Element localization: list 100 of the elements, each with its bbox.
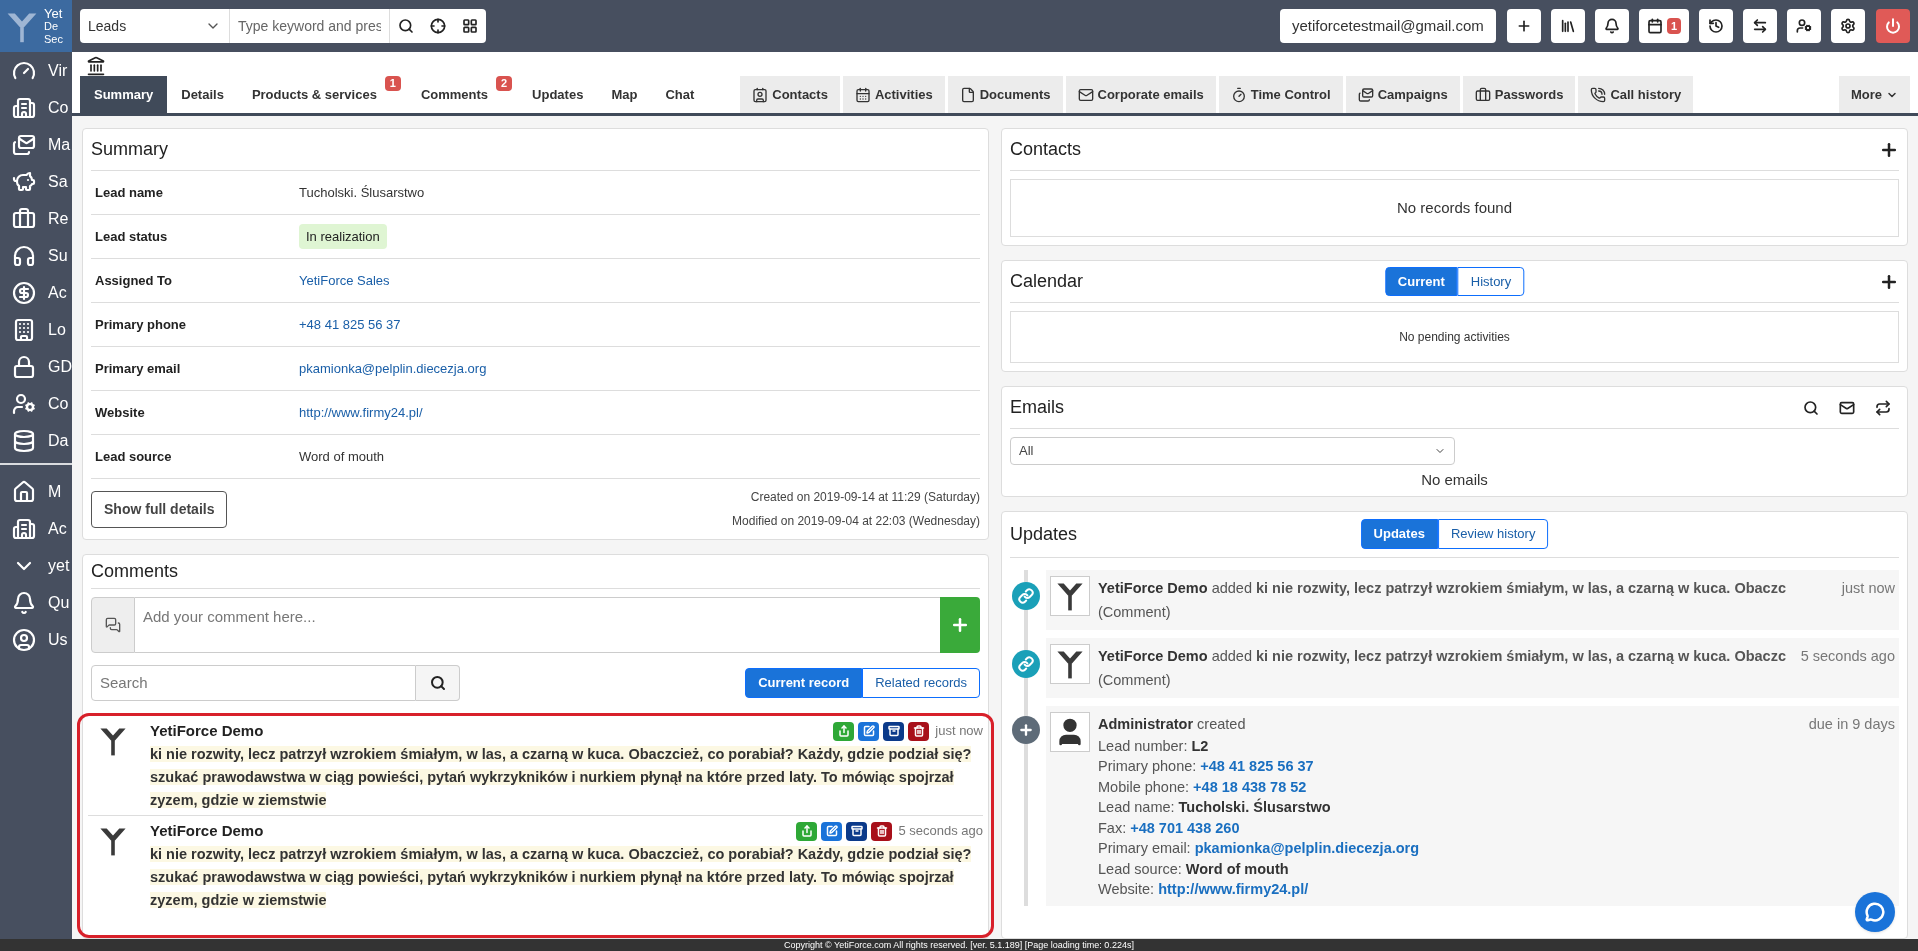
sidebar-item[interactable]: Us	[0, 621, 72, 658]
record-tab[interactable]: Summary	[80, 76, 168, 113]
filter-toggle[interactable]: Current	[1384, 266, 1458, 297]
field-link[interactable]: +48 41 825 56 37	[299, 314, 401, 335]
sidebar-item[interactable]: Re	[0, 200, 72, 237]
field-link[interactable]: pkamionka@pelplin.diecezja.org	[299, 358, 487, 379]
share-icon	[800, 825, 813, 837]
sidebar-item[interactable]: Vir	[0, 52, 72, 89]
reply-button[interactable]	[796, 821, 818, 841]
filter-toggle[interactable]: Review history	[1437, 519, 1549, 549]
show-details-button[interactable]: Show full details	[91, 490, 228, 528]
search-icon	[398, 18, 414, 34]
sidebar-item[interactable]: Ac	[0, 274, 72, 311]
comment-author: YetiForce Demo	[150, 820, 264, 841]
panel-title: Comments	[91, 560, 179, 583]
record-tab[interactable]: Chat	[651, 76, 709, 113]
comment-time: 5 seconds ago	[898, 822, 983, 841]
module-select[interactable]: Leads	[80, 9, 230, 43]
archive-button[interactable]	[883, 721, 905, 741]
link-badge-icon	[1012, 649, 1040, 678]
user-circle-icon	[12, 627, 36, 652]
record-tab[interactable]: Details	[167, 76, 238, 113]
field-link[interactable]: http://www.firmy24.pl/	[299, 402, 423, 423]
update-field-link[interactable]: +48 701 438 260	[1130, 817, 1240, 838]
delete-button[interactable]	[871, 821, 893, 841]
sidebar-item[interactable]: yet	[0, 547, 72, 584]
envelope-icon	[1077, 86, 1094, 103]
toolbar-button[interactable]	[1594, 9, 1629, 43]
toolbar-button[interactable]	[1699, 9, 1733, 43]
update-field-link[interactable]: +48 41 825 56 37	[1200, 756, 1314, 777]
related-tab[interactable]: Contacts	[740, 76, 840, 113]
toolbar-button[interactable]	[1831, 9, 1865, 43]
add-comment-button[interactable]	[940, 597, 980, 653]
record-tab[interactable]: Comments 2	[406, 76, 515, 113]
filter-toggle[interactable]: Current record	[745, 668, 863, 698]
comment-field[interactable]: Add your comment here...	[135, 597, 940, 653]
logo-text: De	[44, 19, 60, 33]
empty-message: No emails	[1421, 470, 1488, 490]
sidebar-item[interactable]: Ac	[0, 510, 72, 547]
toolbar-button[interactable]	[1787, 9, 1821, 43]
dollar-icon	[12, 280, 36, 305]
user-email-button[interactable]: yetiforcetestmail@gmail.com	[1279, 9, 1496, 43]
update-field-label: Primary phone:	[1098, 757, 1197, 776]
bell-icon	[12, 590, 36, 615]
sidebar-item[interactable]: M	[0, 473, 72, 510]
related-tab[interactable]: Activities	[842, 76, 945, 113]
filter-toggle[interactable]: History	[1457, 266, 1525, 297]
related-tab[interactable]: Documents	[947, 76, 1063, 113]
related-tab[interactable]: Campaigns	[1345, 76, 1460, 113]
logout-button[interactable]	[1876, 9, 1910, 43]
field-label: Primary phone	[94, 315, 188, 334]
record-tab[interactable]: Map	[597, 76, 652, 113]
record-tab[interactable]: Products & services 1	[237, 76, 403, 113]
update-field-link[interactable]: http://www.firmy24.pl/	[1158, 879, 1309, 900]
update-field-link[interactable]: +48 18 438 78 52	[1193, 776, 1307, 797]
related-tab[interactable]: Time Control	[1218, 76, 1343, 113]
field-label: Lead source	[94, 447, 173, 466]
toolbar-button[interactable]: 1	[1638, 9, 1689, 43]
field-label: Lead name	[94, 183, 164, 202]
sidebar-item[interactable]: Su	[0, 237, 72, 274]
search-field[interactable]: Search	[91, 665, 416, 701]
email-filter-select[interactable]: All	[1010, 437, 1455, 465]
trash-icon	[912, 725, 925, 737]
toolbar-button[interactable]	[1550, 9, 1585, 43]
sidebar-item[interactable]: GD	[0, 348, 72, 385]
record-tab[interactable]: Updates	[518, 76, 598, 113]
archive-icon	[887, 725, 900, 737]
reply-button[interactable]	[833, 721, 855, 741]
delete-button[interactable]	[908, 721, 930, 741]
sidebar-item[interactable]: Ma	[0, 126, 72, 163]
more-tab[interactable]: More	[1838, 76, 1910, 113]
headset-icon	[12, 243, 36, 268]
sidebar-item[interactable]: Sa	[0, 163, 72, 200]
related-tab[interactable]: Call history	[1578, 76, 1694, 113]
sidebar-item[interactable]: Lo	[0, 311, 72, 348]
edit-button[interactable]	[821, 821, 843, 841]
update-field-value: Tucholski. Ślusarstwo	[1178, 797, 1331, 817]
search-button[interactable]	[416, 665, 460, 701]
related-tab[interactable]: Passwords	[1462, 76, 1576, 113]
update-field-link[interactable]: pkamionka@pelplin.diecezja.org	[1194, 838, 1420, 859]
chat-button[interactable]	[1855, 892, 1895, 932]
sidebar-item[interactable]: Da	[0, 422, 72, 459]
toolbar-button[interactable]	[1506, 9, 1541, 43]
sidebar-item[interactable]: Co	[0, 89, 72, 126]
sidebar-item[interactable]: Co	[0, 385, 72, 422]
edit-button[interactable]	[858, 721, 880, 741]
sidebar-item[interactable]: Qu	[0, 584, 72, 621]
update-text: YetiForce Demo added ki nie rozwity, lecz patrzył wzrokiem śmiałym, w las, a czarną w kuca. Obaczc (Comment)	[1098, 646, 1787, 690]
database-icon	[12, 428, 36, 453]
arrows-icon	[1752, 18, 1768, 34]
field-label: Lead status	[94, 227, 169, 246]
field-label: Website	[94, 403, 146, 422]
related-tab[interactable]: Corporate emails	[1065, 76, 1216, 113]
archive-button[interactable]	[846, 821, 868, 841]
filter-toggle[interactable]: Updates	[1360, 519, 1438, 549]
field-value: Word of mouth	[299, 447, 385, 466]
toolbar-button[interactable]	[1743, 9, 1777, 43]
field-link[interactable]: YetiForce Sales	[299, 270, 390, 291]
filter-toggle[interactable]: Related records	[862, 668, 980, 698]
panel-title: Contacts	[1010, 138, 1082, 161]
